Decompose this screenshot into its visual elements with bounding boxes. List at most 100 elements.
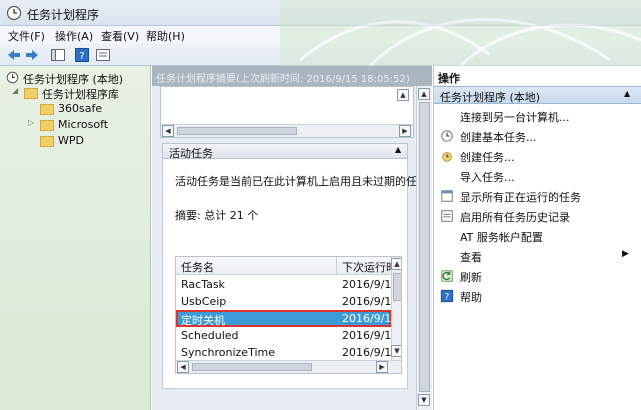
actions-title: 操作 [438,72,460,85]
help-icon[interactable]: ? [74,47,90,63]
column-divider[interactable] [336,257,337,275]
action-label: 查看 [460,251,482,264]
table-row[interactable]: UsbCeip 2016/9/16 [176,293,398,310]
action-import-task[interactable]: 导入任务... [434,166,641,186]
scrollbar-thumb[interactable] [419,102,430,392]
action-create-basic-task[interactable]: 创建基本任务... [434,126,641,146]
tree-folder-label: Microsoft [58,118,109,131]
actions-group-header[interactable]: 任务计划程序 (本地) ▲ [434,86,641,104]
clock-icon [6,71,19,84]
pane-vertical-scrollbar[interactable]: ▲ ▼ [416,86,432,410]
action-label: 刷新 [460,271,482,284]
menu-view[interactable]: 查看(V) [101,28,139,44]
scroll-left-arrow-icon[interactable]: ◀ [177,361,189,373]
active-tasks-panel: 活动任务是当前已在此计算机上启用且未过期的任 摘要: 总计 21 个 任务名 下… [162,159,417,389]
basic-task-icon [441,130,453,142]
tree-folder[interactable]: WPD [40,133,151,149]
task-next-run: 2016/9/15 [342,278,399,291]
scroll-down-arrow-icon[interactable]: ▼ [418,394,430,406]
expand-arrow-icon[interactable]: ◢ [12,86,18,95]
menu-bar: 文件(F) 操作(A) 查看(V) 帮助(H) [0,26,641,44]
forward-arrow-icon[interactable] [24,47,40,63]
actions-pane: 操作 任务计划程序 (本地) ▲ 连接到另一台计算机... 创建基本任务... … [433,66,641,410]
active-tasks-header[interactable]: 活动任务 ▲ [162,143,408,160]
folder-icon [40,104,54,115]
collapse-arrow-icon[interactable]: ▲ [624,89,630,98]
properties-icon[interactable] [95,47,111,63]
submenu-arrow-icon: ▶ [622,249,629,259]
window-title: 任务计划程序 [27,8,100,22]
back-arrow-icon[interactable] [6,47,22,63]
action-refresh[interactable]: 刷新 [434,266,641,286]
scroll-up-arrow-icon[interactable]: ▲ [418,88,430,100]
scroll-left-arrow-icon[interactable]: ◀ [162,125,174,137]
summary-pane: 任务计划程序摘要(上次刷新时间: 2016/9/15 18:05:52) ▲ ◀… [152,66,432,410]
table-header: 任务名 下次运行时 [176,257,397,275]
action-connect-computer[interactable]: 连接到另一台计算机... [434,106,641,126]
banner-text: 任务计划程序摘要(上次刷新时间: 2016/9/15 18:05:52) [156,74,410,85]
history-icon [441,210,453,222]
console-tree-icon[interactable] [50,47,66,63]
column-header-name[interactable]: 任务名 [181,259,214,275]
actions-header: 操作 [434,70,641,85]
scroll-up-arrow-icon[interactable]: ▲ [397,89,409,101]
task-next-run: 2016/9/16 [342,312,399,325]
action-enable-history[interactable]: 启用所有任务历史记录 [434,206,641,226]
folder-icon [24,88,38,99]
action-create-task[interactable]: 创建任务... [434,146,641,166]
menu-help[interactable]: 帮助(H) [146,28,185,44]
tree-root[interactable]: 任务计划程序 (本地) [6,70,151,86]
scrollbar-thumb[interactable] [192,363,312,371]
action-at-service-config[interactable]: AT 服务帐户配置 [434,226,641,246]
expand-arrow-icon[interactable]: ▷ [28,118,34,127]
scroll-up-arrow-icon[interactable]: ▲ [391,258,401,270]
task-name: SynchronizeTime [181,346,275,359]
tree-folder[interactable]: ▷ Microsoft [28,117,151,133]
action-label: 创建基本任务... [460,131,537,144]
svg-text:?: ? [79,51,84,62]
action-label: AT 服务帐户配置 [460,231,543,244]
table-horizontal-scrollbar[interactable]: ◀ ▶ [176,360,401,373]
active-tasks-table: 任务名 下次运行时 RacTask 2016/9/15 UsbCeip 2016… [175,256,402,374]
tree-folder-label: WPD [58,134,84,147]
tree-folder[interactable]: 360safe [40,101,151,117]
menu-file[interactable]: 文件(F) [8,28,45,44]
task-name: RacTask [181,278,225,291]
action-label: 创建任务... [460,151,515,164]
action-label: 启用所有任务历史记录 [460,211,570,224]
action-view[interactable]: 查看 ▶ [434,246,641,266]
table-row[interactable]: SynchronizeTime 2016/9/18 [176,344,398,361]
running-tasks-icon [441,190,453,202]
tree-library[interactable]: ◢ 任务计划程序库 [12,85,151,101]
title-bar: 任务计划程序 [0,0,641,26]
table-row-selected[interactable]: 定时关机 2016/9/16 [176,310,398,327]
horizontal-scrollbar[interactable]: ◀ ▶ [161,124,413,137]
clock-icon [6,5,22,21]
console-tree: 任务计划程序 (本地) ◢ 任务计划程序库 360safe ▷ Microsof… [0,66,151,410]
table-row[interactable]: Scheduled 2016/9/18 [176,327,398,344]
scroll-right-arrow-icon[interactable]: ▶ [399,125,411,137]
actions-group-title: 任务计划程序 (本地) [440,91,541,104]
toolbar: ? [0,44,641,66]
column-header-next-run[interactable]: 下次运行时 [342,259,397,275]
action-help[interactable]: ? 帮助 [434,286,641,306]
menu-action[interactable]: 操作(A) [55,28,93,44]
folder-icon [40,120,54,131]
table-vertical-scrollbar[interactable]: ▲ ▼ [391,257,401,360]
svg-text:?: ? [445,293,450,303]
scroll-right-arrow-icon[interactable]: ▶ [376,361,388,373]
help-icon: ? [440,289,454,303]
task-next-run: 2016/9/16 [342,295,399,308]
collapse-arrow-icon[interactable]: ▲ [395,145,401,154]
scrollbar-thumb[interactable] [177,127,297,135]
create-task-icon [442,152,452,162]
tree-library-label: 任务计划程序库 [42,88,119,101]
active-tasks-summary: 摘要: 总计 21 个 [175,209,259,222]
task-name: Scheduled [181,329,239,342]
scrollbar-thumb[interactable] [393,273,401,301]
task-next-run: 2016/9/18 [342,346,399,359]
overview-box: ▲ ◀ ▶ [160,86,414,138]
table-row[interactable]: RacTask 2016/9/15 [176,276,398,293]
scroll-down-arrow-icon[interactable]: ▼ [391,345,401,357]
action-show-running-tasks[interactable]: 显示所有正在运行的任务 [434,186,641,206]
